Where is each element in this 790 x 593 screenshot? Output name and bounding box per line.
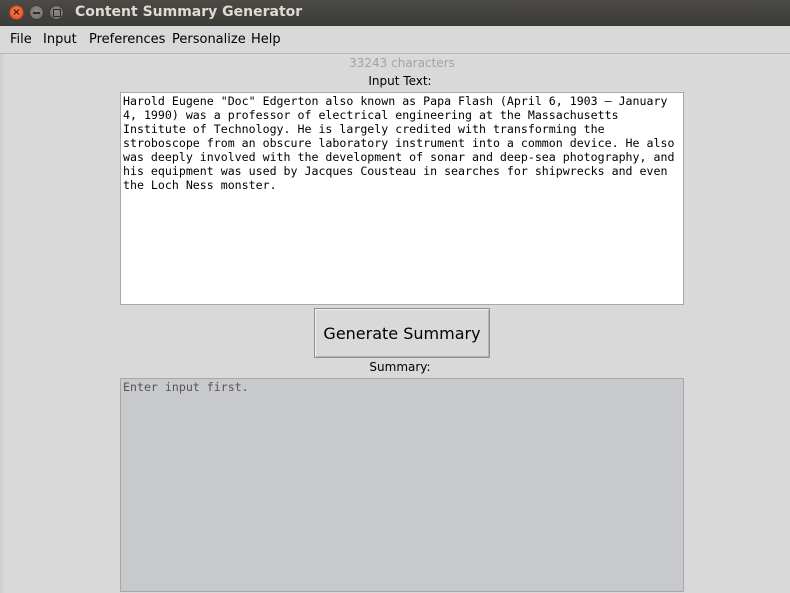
- title-bar[interactable]: × Content Summary Generator: [0, 0, 790, 26]
- generate-summary-button[interactable]: Generate Summary: [314, 308, 490, 358]
- character-count: 33243 characters: [349, 56, 455, 70]
- menu-personalize[interactable]: Personalize: [172, 32, 246, 47]
- menu-preferences[interactable]: Preferences: [89, 32, 165, 47]
- summary-text-area[interactable]: Enter input first.: [120, 378, 684, 592]
- menu-input[interactable]: Input: [43, 32, 77, 47]
- input-text-area[interactable]: Harold Eugene "Doc" Edgerton also known …: [120, 92, 684, 305]
- maximize-icon[interactable]: [49, 5, 64, 20]
- close-icon[interactable]: ×: [9, 5, 24, 20]
- menu-file[interactable]: File: [10, 32, 32, 47]
- minimize-icon[interactable]: [29, 5, 44, 20]
- menu-bar: File Input Preferences Personalize Help: [0, 26, 790, 54]
- summary-label: Summary:: [369, 360, 431, 374]
- menu-help[interactable]: Help: [251, 32, 281, 47]
- app-window: × Content Summary Generator File Input P…: [0, 0, 790, 593]
- window-edge: [0, 54, 3, 593]
- input-text-label: Input Text:: [368, 74, 432, 88]
- window-title: Content Summary Generator: [75, 4, 303, 20]
